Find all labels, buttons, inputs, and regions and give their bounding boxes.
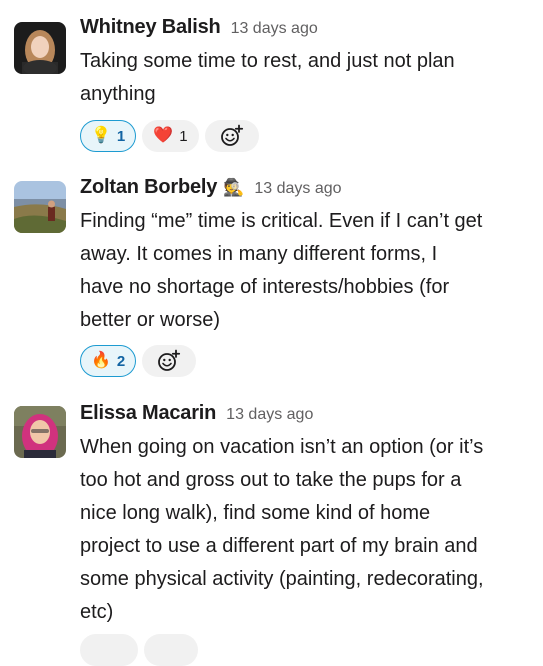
message-line: some physical activity (painting, redeco… (80, 568, 484, 590)
heart-emoji: ❤️ (153, 127, 174, 144)
message-line: Finding “me” time is critical. Even if I… (80, 210, 483, 232)
fire-emoji: 🔥 (91, 352, 111, 369)
message-line: anything (80, 83, 156, 105)
message-line: project to use a different part of my br… (80, 535, 478, 557)
message-line: When going on vacation isn’t an option (… (80, 436, 484, 458)
message-header: Elissa Macarin 13 days ago (80, 402, 535, 428)
message-text: When going on vacation isn’t an option (… (80, 431, 535, 629)
timestamp[interactable]: 13 days ago (254, 180, 341, 198)
author-name[interactable]: Whitney Balish (80, 16, 221, 39)
timestamp[interactable]: 13 days ago (226, 406, 313, 424)
avatar-zoltan[interactable] (14, 181, 66, 233)
reaction-count: 1 (179, 127, 188, 145)
add-reaction-button[interactable] (204, 120, 259, 152)
reaction-heart[interactable]: ❤️ 1 (142, 120, 199, 152)
message-header: Whitney Balish 13 days ago (80, 16, 535, 42)
reactions-bar: 🔥 2 (80, 345, 197, 377)
message-line: away. It comes in many different forms, … (80, 243, 438, 265)
add-reaction-button[interactable] (142, 345, 197, 377)
message-line: etc) (80, 601, 114, 623)
reaction-partial[interactable] (80, 634, 138, 666)
reactions-bar-partial (80, 634, 198, 666)
message-line: nice long walk), find some kind of home (80, 502, 431, 524)
reaction-fire[interactable]: 🔥 2 (80, 345, 137, 377)
detective-status-icon[interactable]: 🕵️ (223, 178, 244, 198)
author-name[interactable]: Zoltan Borbely (80, 176, 217, 199)
reaction-count: 1 (116, 127, 126, 145)
message-line: have no shortage of interests/hobbies (f… (80, 276, 450, 298)
avatar-whitney[interactable] (14, 22, 66, 74)
author-name[interactable]: Elissa Macarin (80, 402, 216, 425)
message-header: Zoltan Borbely 🕵️ 13 days ago (80, 176, 535, 202)
reaction-lightbulb[interactable]: 💡 1 (80, 120, 137, 152)
add-emoji-icon (158, 349, 181, 371)
message-line: Taking some time to rest, and just not p… (80, 50, 455, 72)
message-text: Finding “me” time is critical. Even if I… (80, 205, 535, 337)
avatar-elissa[interactable] (14, 406, 66, 458)
message-line: too hot and gross out to take the pups f… (80, 469, 462, 491)
lightbulb-emoji: 💡 (91, 127, 111, 144)
add-reaction-button[interactable] (144, 634, 198, 666)
reactions-bar: 💡 1 ❤️ 1 (80, 120, 259, 152)
message-text: Taking some time to rest, and just not p… (80, 45, 535, 111)
reaction-count: 2 (116, 352, 126, 370)
add-emoji-icon (220, 124, 243, 146)
message-line: better or worse) (80, 309, 221, 331)
timestamp[interactable]: 13 days ago (231, 20, 318, 38)
